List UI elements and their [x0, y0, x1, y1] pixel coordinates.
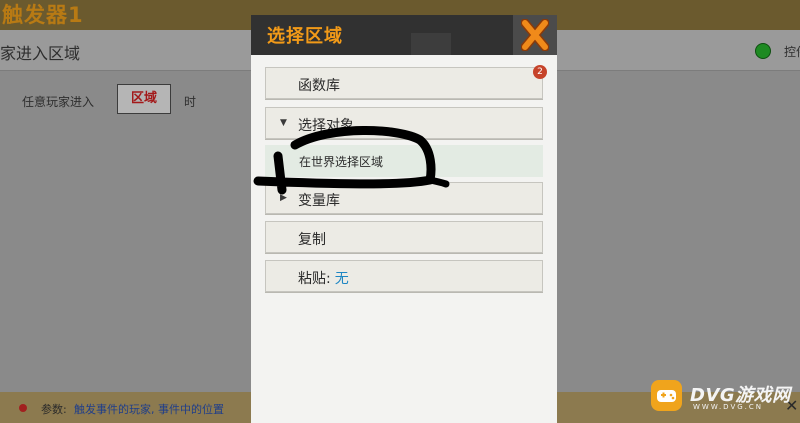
header-right-label: 控件	[784, 45, 800, 59]
parameter-value: 触发事件的玩家, 事件中的位置	[74, 403, 224, 416]
rule-suffix-text: 时	[184, 95, 197, 109]
chevron-down-icon: ▼	[280, 118, 287, 128]
select-area-in-world-label: 在世界选择区域	[299, 155, 384, 169]
close-x-icon	[521, 19, 549, 51]
dialog-header: 选择区域	[251, 15, 557, 55]
select-object-group[interactable]: ▼ 选择对象	[265, 107, 543, 139]
header-decoration	[411, 33, 451, 55]
select-object-label: 选择对象	[298, 118, 354, 134]
paste-label: 粘贴: 无	[298, 268, 349, 288]
trigger-title: 触发器1	[2, 3, 84, 27]
parameter-label: 参数:	[41, 403, 67, 416]
paste-label-text: 粘贴:	[298, 271, 331, 287]
watermark-gamepad-icon	[651, 380, 682, 411]
variable-library-label: 变量库	[298, 193, 340, 209]
close-button[interactable]	[513, 15, 557, 55]
status-indicator[interactable]	[755, 43, 771, 59]
rule-prefix-text: 任意玩家进入	[22, 95, 95, 109]
event-title: 家进入区域	[0, 44, 81, 63]
area-parameter-button[interactable]: 区域	[117, 84, 171, 114]
notification-badge: 2	[533, 65, 547, 79]
chevron-right-icon: ▶	[280, 193, 287, 203]
copy-label: 复制	[298, 232, 326, 248]
copy-button[interactable]: 复制	[265, 221, 543, 253]
paste-value: 无	[334, 271, 349, 287]
watermark-subtext: WWW.DVG.CN	[693, 403, 764, 411]
parameter-dot-icon	[19, 404, 27, 412]
dialog-title: 选择区域	[267, 26, 343, 47]
select-area-in-world-item[interactable]: 在世界选择区域	[265, 145, 543, 177]
variable-library-group[interactable]: ▶ 变量库	[265, 182, 543, 214]
function-library-button[interactable]: 函数库	[265, 67, 543, 99]
function-library-label: 函数库	[298, 78, 340, 94]
paste-button[interactable]: 粘贴: 无	[265, 260, 543, 292]
select-area-dialog: 选择区域 函数库 ▼ 选择对象 在世界选择区域 ▶ 变量库 复制 粘贴: 无	[251, 15, 557, 423]
